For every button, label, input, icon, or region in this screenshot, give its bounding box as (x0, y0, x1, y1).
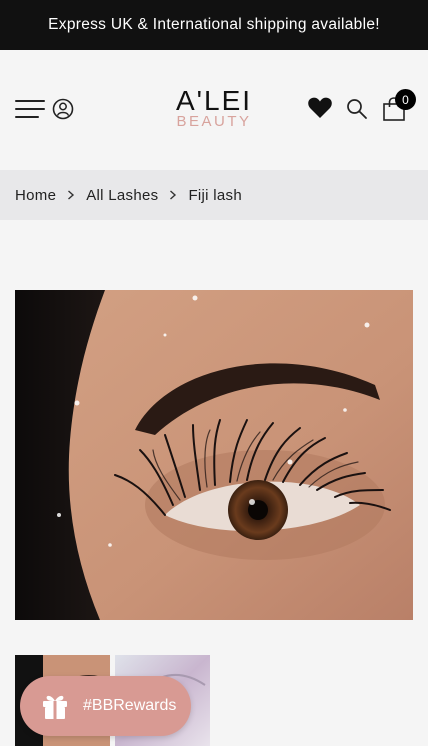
wishlist-heart-icon[interactable] (307, 96, 333, 120)
breadcrumb-all-lashes[interactable]: All Lashes (86, 187, 158, 204)
logo-bottom-text: BEAUTY (176, 113, 252, 130)
rewards-button[interactable]: #BBRewards (20, 676, 191, 736)
rewards-label: #BBRewards (83, 697, 177, 714)
product-main-image[interactable] (15, 290, 413, 620)
breadcrumb-home[interactable]: Home (15, 187, 56, 204)
breadcrumb-current: Fiji lash (188, 186, 242, 204)
logo-top-text: A'LEI (175, 85, 253, 116)
search-icon[interactable] (346, 98, 368, 120)
announcement-text: Express UK & International shipping avai… (48, 16, 380, 33)
chevron-right-icon (158, 188, 188, 202)
cart-count-badge: 0 (395, 89, 416, 110)
announcement-bar: Express UK & International shipping avai… (0, 0, 428, 50)
brand-logo[interactable]: A'LEI BEAUTY (164, 86, 264, 136)
menu-icon[interactable] (15, 100, 45, 120)
site-header: A'LEI BEAUTY 0 (0, 50, 428, 170)
chevron-right-icon (56, 188, 86, 202)
breadcrumb: Home All Lashes Fiji lash (0, 170, 428, 220)
gift-icon (41, 692, 69, 720)
user-icon[interactable] (52, 98, 74, 120)
